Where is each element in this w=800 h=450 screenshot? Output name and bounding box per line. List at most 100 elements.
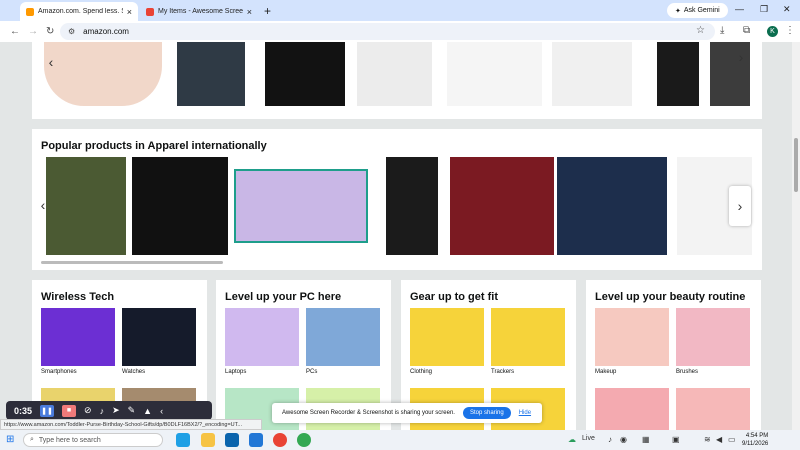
product-white-shirt[interactable] bbox=[447, 42, 542, 106]
carousel-card-top: ‹ › bbox=[32, 42, 762, 119]
live-label[interactable]: Live bbox=[582, 435, 595, 442]
tile-more-2[interactable] bbox=[676, 388, 750, 430]
weather-icon[interactable]: ☁ bbox=[568, 435, 576, 444]
profile-avatar[interactable]: K bbox=[767, 26, 778, 37]
product-bandanas[interactable] bbox=[450, 157, 554, 255]
cursor-icon[interactable]: ➤ bbox=[112, 405, 120, 416]
tab-my-items[interactable]: My Items - Awesome Screensh × bbox=[140, 2, 258, 21]
popular-products-card: Popular products in Apparel internationa… bbox=[32, 129, 762, 270]
share-message: Awesome Screen Recorder & Screenshot is … bbox=[282, 410, 455, 416]
tile-smartphones[interactable] bbox=[41, 308, 115, 366]
tile-more-1[interactable] bbox=[595, 388, 669, 430]
network-icon[interactable]: ▦ bbox=[642, 435, 650, 444]
chrome-icon[interactable] bbox=[273, 433, 287, 447]
tile-caption[interactable]: PCs bbox=[306, 369, 317, 375]
tile-caption[interactable]: Trackers bbox=[491, 369, 514, 375]
taskbar: ⊞ ⌕ Type here to search ☁ Live ♪ ◉ ▦ ▣ ≋… bbox=[0, 430, 800, 450]
volume-icon[interactable]: ◀ bbox=[716, 435, 722, 444]
site-info-icon[interactable]: ⚙ bbox=[68, 27, 75, 36]
popular-prev-arrow[interactable]: ‹ bbox=[32, 185, 54, 225]
product-winter-jacket[interactable] bbox=[557, 157, 667, 255]
back-icon[interactable]: ← bbox=[10, 26, 20, 37]
product-black-tees[interactable] bbox=[265, 42, 345, 106]
popular-next-arrow[interactable]: › bbox=[729, 186, 751, 226]
url-text: amazon.com bbox=[83, 27, 129, 36]
collapse-icon[interactable]: ‹ bbox=[160, 406, 163, 416]
card-beauty-routine: Level up your beauty routine Makeup Brus… bbox=[586, 280, 761, 430]
recorder-favicon-icon bbox=[146, 7, 154, 16]
tile-trackers[interactable] bbox=[491, 308, 565, 366]
close-icon[interactable]: × bbox=[127, 7, 132, 17]
product-mermaid-purse[interactable] bbox=[234, 169, 368, 243]
tile-laptops[interactable] bbox=[225, 308, 299, 366]
minimize-icon[interactable]: — bbox=[735, 4, 744, 14]
tab-amazon[interactable]: Amazon.com. Spend less. Smile × bbox=[20, 2, 138, 21]
hide-link[interactable]: Hide bbox=[519, 410, 531, 416]
download-icon[interactable]: ⤓ bbox=[720, 25, 724, 36]
tile-caption[interactable]: Watches bbox=[122, 369, 145, 375]
product-polo-shirt[interactable] bbox=[386, 157, 438, 255]
stop-icon[interactable]: ■ bbox=[62, 404, 77, 417]
tile-watches[interactable] bbox=[122, 308, 196, 366]
product-black-tie[interactable] bbox=[132, 157, 228, 255]
page-scrollbar[interactable] bbox=[792, 42, 800, 430]
spotlight-icon[interactable]: ▲ bbox=[143, 406, 152, 416]
tile-caption[interactable]: Clothing bbox=[410, 369, 432, 375]
search-placeholder: Type here to search bbox=[38, 436, 101, 444]
tile-caption[interactable]: Brushes bbox=[676, 369, 698, 375]
bookmark-star-icon[interactable]: ☆ bbox=[696, 25, 705, 36]
carousel-prev-arrow[interactable]: ‹ bbox=[40, 42, 62, 82]
camera-icon[interactable]: ▣ bbox=[672, 435, 680, 444]
tile-pcs[interactable] bbox=[306, 308, 380, 366]
product-white-tees[interactable] bbox=[357, 42, 432, 106]
pen-icon[interactable]: ✎ bbox=[128, 405, 136, 416]
browser-toolbar: ← → ↻ ⚙ amazon.com ☆ ⤓ ⧉ ⋮ bbox=[0, 21, 800, 42]
mail-icon[interactable] bbox=[249, 433, 263, 447]
product-military-shirt[interactable] bbox=[46, 157, 126, 255]
ask-gemini-button[interactable]: ✦ Ask Gemini bbox=[667, 3, 728, 18]
product-pants[interactable] bbox=[657, 42, 699, 106]
search-icon: ⌕ bbox=[30, 436, 34, 443]
pause-icon[interactable]: ❚❚ bbox=[40, 404, 55, 417]
card-title: Level up your PC here bbox=[225, 291, 342, 303]
maximize-icon[interactable]: ❐ bbox=[760, 4, 768, 15]
scrollbar-thumb[interactable] bbox=[794, 138, 798, 192]
battery-icon[interactable]: ▭ bbox=[728, 435, 736, 444]
taskbar-search[interactable]: ⌕ Type here to search bbox=[23, 433, 163, 447]
close-window-icon[interactable]: ✕ bbox=[783, 4, 791, 15]
mic-icon[interactable]: ♪ bbox=[100, 406, 105, 416]
mic-tray-icon[interactable]: ♪ bbox=[608, 435, 612, 444]
product-jacket[interactable] bbox=[177, 42, 245, 106]
tile-caption[interactable]: Makeup bbox=[595, 369, 616, 375]
tile-makeup[interactable] bbox=[595, 308, 669, 366]
file-explorer-icon[interactable] bbox=[201, 433, 215, 447]
forward-icon[interactable]: → bbox=[28, 26, 38, 37]
new-tab-button[interactable]: + bbox=[264, 4, 271, 18]
menu-icon[interactable]: ⋮ bbox=[785, 25, 795, 36]
amazon-page: ‹ › Popular products in Apparel internat… bbox=[0, 42, 800, 430]
carousel-scrollbar[interactable] bbox=[41, 261, 223, 264]
popular-products-title: Popular products in Apparel internationa… bbox=[41, 140, 267, 152]
product-dress-shirt[interactable] bbox=[552, 42, 632, 106]
status-url: https://www.amazon.com/Toddler-Purse-Bir… bbox=[0, 419, 262, 430]
edge-icon[interactable] bbox=[176, 433, 190, 447]
tile-clothing[interactable] bbox=[410, 308, 484, 366]
extensions-icon[interactable]: ⧉ bbox=[743, 25, 750, 36]
stop-sharing-button[interactable]: Stop sharing bbox=[462, 407, 511, 419]
chrome-profile-icon[interactable] bbox=[297, 433, 311, 447]
mic-off-icon[interactable]: ⊘ bbox=[84, 405, 92, 416]
reload-icon[interactable]: ↻ bbox=[46, 26, 54, 37]
close-icon[interactable]: × bbox=[247, 7, 252, 17]
tab-title: Amazon.com. Spend less. Smile bbox=[38, 8, 123, 15]
clock[interactable]: 4:54 PM 9/11/2026 bbox=[742, 432, 768, 448]
carousel-next-arrow[interactable]: › bbox=[730, 42, 752, 77]
address-bar[interactable]: ⚙ amazon.com bbox=[60, 23, 715, 40]
store-icon[interactable] bbox=[225, 433, 239, 447]
whatsapp-icon[interactable]: ◉ bbox=[620, 435, 627, 444]
card-title: Level up your beauty routine bbox=[595, 291, 746, 303]
wifi-icon[interactable]: ≋ bbox=[704, 435, 711, 444]
tile-caption[interactable]: Smartphones bbox=[41, 369, 77, 375]
windows-start-icon[interactable]: ⊞ bbox=[6, 434, 14, 445]
tile-brushes[interactable] bbox=[676, 308, 750, 366]
tile-caption[interactable]: Laptops bbox=[225, 369, 246, 375]
